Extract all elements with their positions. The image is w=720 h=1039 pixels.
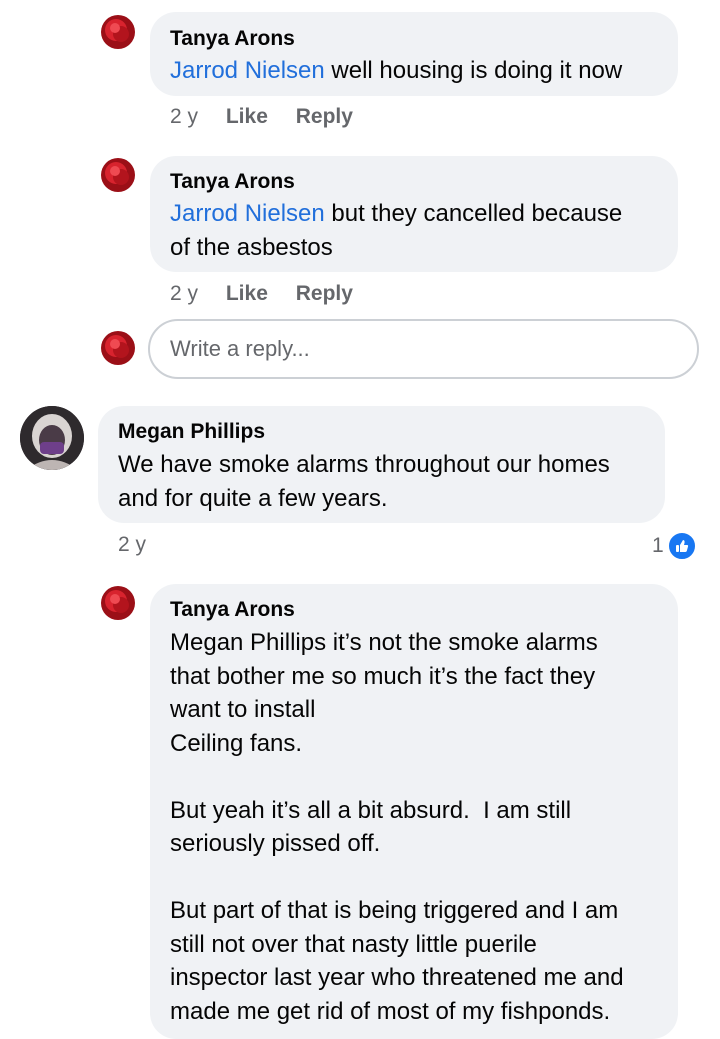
comment-meta-3: 2 y [118, 532, 146, 558]
comment-meta-1: 2 y Like Reply [170, 104, 353, 130]
rose-avatar-icon [98, 12, 138, 52]
comment-text-line2: of the asbestos [170, 233, 333, 261]
mention-link[interactable]: Jarrod Nielsen [170, 200, 325, 227]
reply-input[interactable]: Write a reply... [148, 319, 699, 379]
avatar-tanya-3[interactable] [98, 583, 138, 623]
thumbs-up-icon [666, 531, 697, 561]
comment-text: Jarrod Nielsen well housing is doing it … [170, 57, 623, 84]
comment-author[interactable]: Tanya Arons [170, 26, 658, 52]
comment-bubble-3: Megan Phillips We have smoke alarms thro… [98, 406, 665, 523]
comment-author[interactable]: Megan Phillips [118, 419, 645, 445]
reply-button[interactable]: Reply [296, 105, 353, 128]
like-button[interactable]: Like [226, 282, 268, 305]
timestamp[interactable]: 2 y [170, 282, 198, 305]
timestamp[interactable]: 2 y [118, 533, 146, 556]
comment-text: We have smoke alarms throughout our home… [118, 451, 610, 512]
avatar-tanya-1[interactable] [98, 12, 138, 52]
avatar-current-user [98, 328, 138, 368]
reply-button[interactable]: Reply [296, 282, 353, 305]
like-button[interactable]: Like [226, 105, 268, 128]
reaction-count: 1 [652, 534, 664, 557]
rose-avatar-icon [98, 155, 138, 195]
comment-bubble-1: Tanya Arons Jarrod Nielsen well housing … [150, 12, 678, 96]
comment-bubble-2: Tanya Arons Jarrod Nielsen but they canc… [150, 156, 678, 272]
comment-meta-2: 2 y Like Reply [170, 281, 353, 307]
comment-text: Megan Phillips it’s not the smoke alarms… [170, 629, 624, 1025]
avatar-megan[interactable] [20, 406, 84, 470]
rose-avatar-icon [98, 328, 138, 368]
comment-author[interactable]: Tanya Arons [170, 169, 658, 195]
avatar-tanya-2[interactable] [98, 155, 138, 195]
hooded-person-avatar-icon [20, 406, 84, 470]
rose-avatar-icon [98, 583, 138, 623]
reaction-summary[interactable]: 1 [652, 531, 697, 561]
timestamp[interactable]: 2 y [170, 105, 198, 128]
mention-link[interactable]: Jarrod Nielsen [170, 57, 325, 84]
comment-bubble-4: Tanya Arons Megan Phillips it’s not the … [150, 584, 678, 1039]
comment-text: Jarrod Nielsen but they cancelled becaus… [170, 200, 623, 227]
comment-author[interactable]: Tanya Arons [170, 597, 658, 623]
